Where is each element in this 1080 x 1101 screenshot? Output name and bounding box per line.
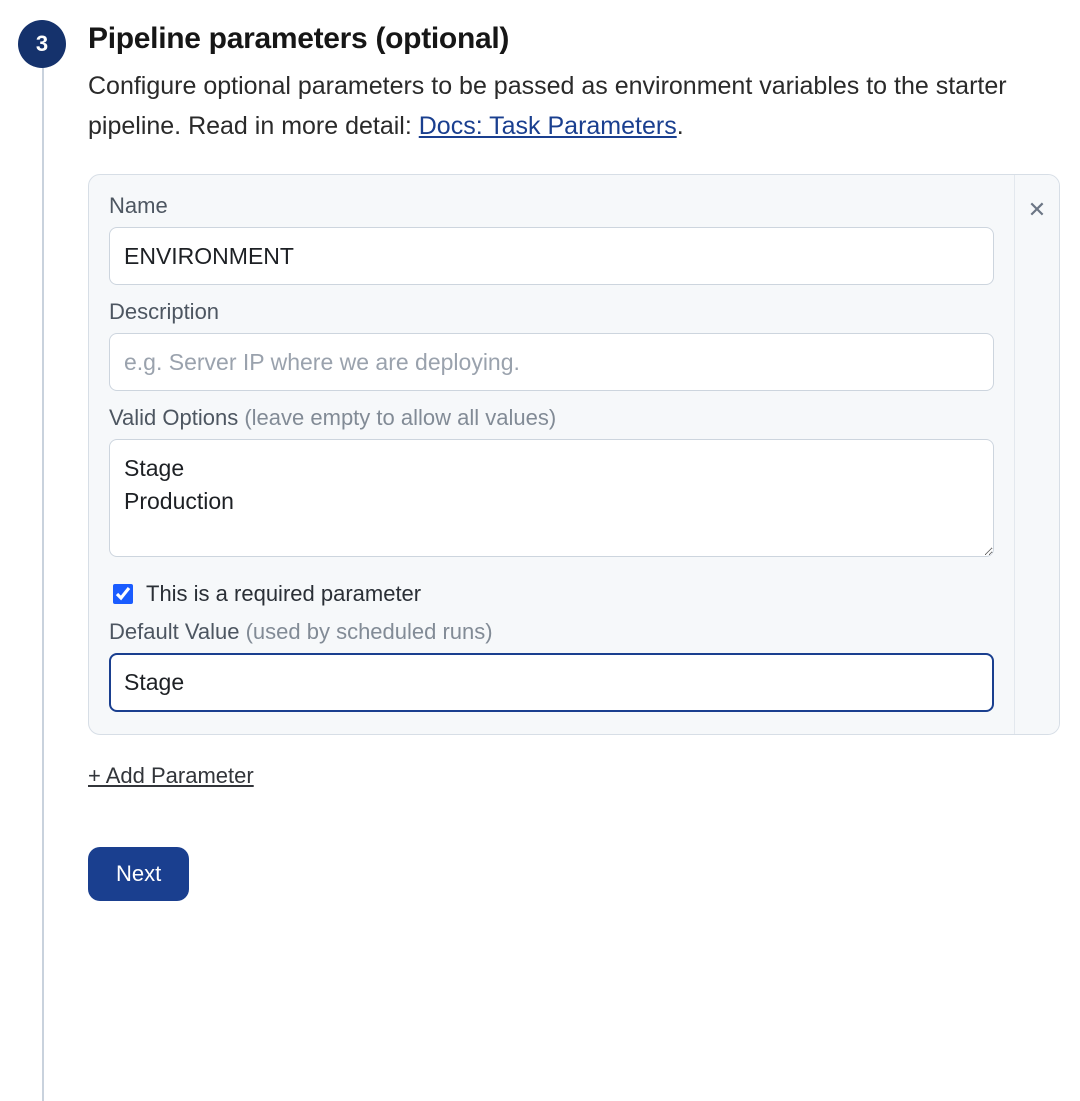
remove-parameter-button[interactable]: ✕ (1015, 175, 1059, 734)
next-button[interactable]: Next (88, 847, 189, 901)
label-default-value: Default Value (used by scheduled runs) (109, 619, 994, 645)
label-default-value-text: Default Value (109, 619, 246, 644)
required-row: This is a required parameter (109, 581, 994, 607)
label-valid-options: Valid Options (leave empty to allow all … (109, 405, 994, 431)
step-content: Pipeline parameters (optional) Configure… (88, 20, 1060, 901)
valid-options-textarea[interactable] (109, 439, 994, 557)
add-parameter-link[interactable]: + Add Parameter (88, 763, 254, 789)
label-default-value-hint: (used by scheduled runs) (246, 619, 493, 644)
parameter-form: Name Description Valid Options (leave em… (89, 175, 1015, 734)
field-description: Description (109, 299, 994, 391)
required-label: This is a required parameter (146, 581, 421, 607)
field-valid-options: Valid Options (leave empty to allow all … (109, 405, 994, 563)
parameter-card: Name Description Valid Options (leave em… (88, 174, 1060, 735)
name-input[interactable] (109, 227, 994, 285)
description-input[interactable] (109, 333, 994, 391)
docs-link[interactable]: Docs: Task Parameters (419, 112, 677, 140)
field-default-value: Default Value (used by scheduled runs) (109, 619, 994, 711)
step-number-badge: 3 (18, 20, 66, 68)
step-description: Configure optional parameters to be pass… (88, 66, 1060, 146)
step-rail: 3 (12, 20, 72, 901)
default-value-input[interactable] (109, 653, 994, 711)
step-number: 3 (36, 31, 48, 57)
field-name: Name (109, 193, 994, 285)
label-valid-options-hint: (leave empty to allow all values) (244, 405, 556, 430)
step-description-post: . (677, 112, 684, 140)
label-name: Name (109, 193, 994, 219)
close-icon: ✕ (1028, 197, 1046, 223)
label-description: Description (109, 299, 994, 325)
required-checkbox[interactable] (113, 584, 133, 604)
step-title: Pipeline parameters (optional) (88, 22, 1060, 56)
label-valid-options-text: Valid Options (109, 405, 244, 430)
